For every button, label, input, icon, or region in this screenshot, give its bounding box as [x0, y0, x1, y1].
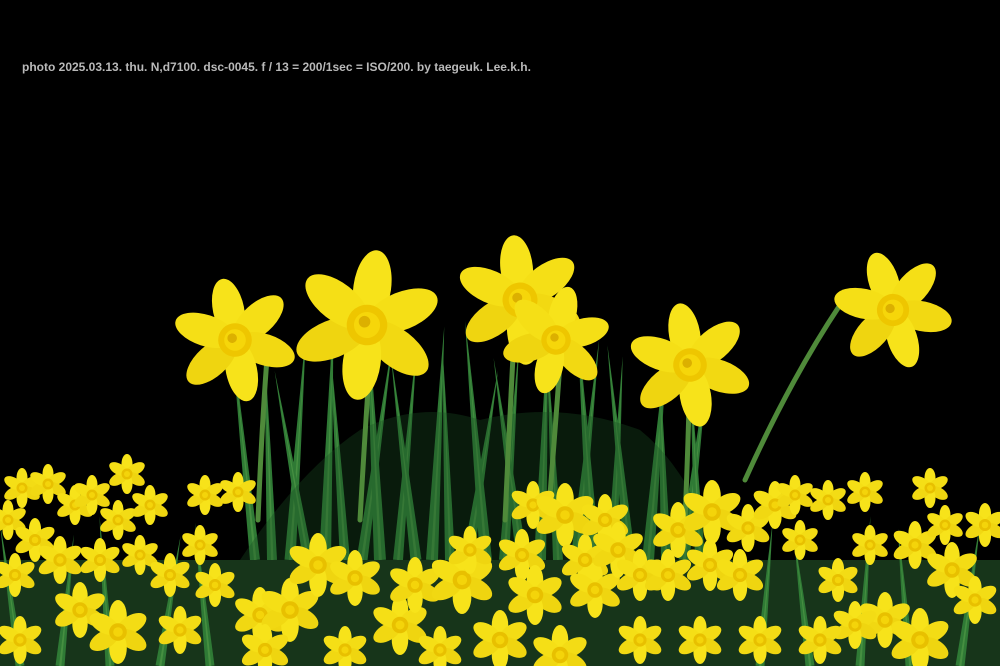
tall-daffodils — [161, 228, 968, 438]
daffodil-scene — [0, 228, 1000, 666]
photo-frame: photo 2025.03.13. thu. N,d7100. dsc-0045… — [0, 0, 1000, 666]
